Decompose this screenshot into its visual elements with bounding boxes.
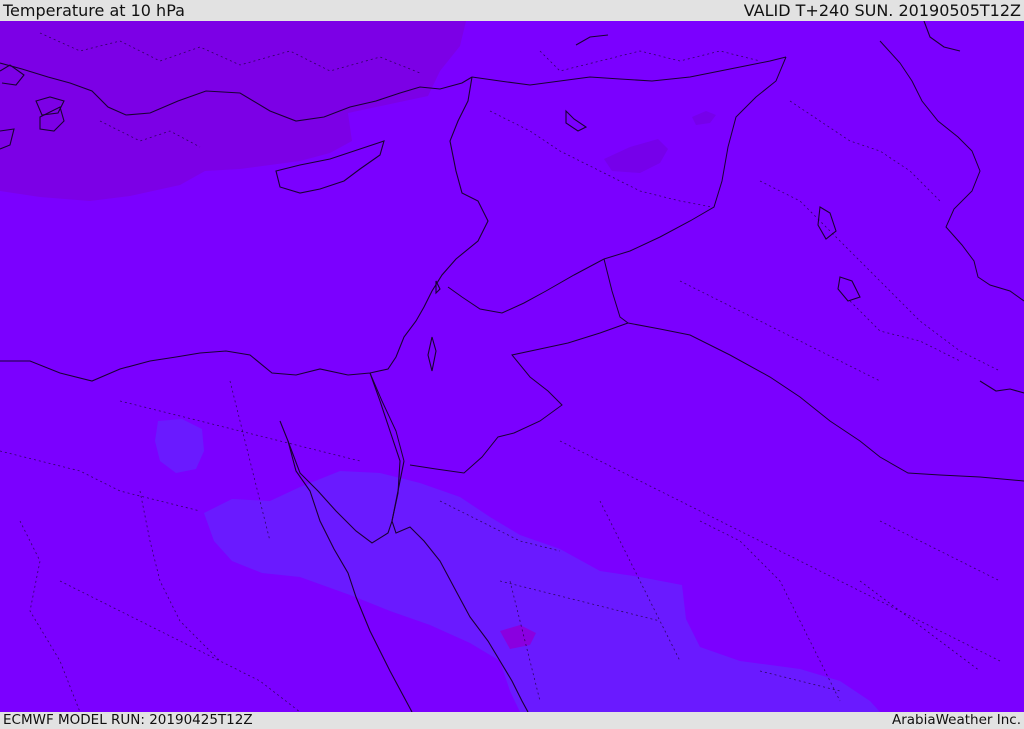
model-run: ECMWF MODEL RUN: 20190425T12Z	[3, 712, 253, 728]
temperature-map	[0, 21, 1024, 712]
map-title: Temperature at 10 hPa	[3, 1, 185, 20]
valid-time: VALID T+240 SUN. 20190505T12Z	[743, 1, 1021, 20]
footer-bar: ECMWF MODEL RUN: 20190425T12Z ArabiaWeat…	[0, 712, 1024, 729]
credit: ArabiaWeather Inc.	[891, 712, 1021, 728]
header-bar: Temperature at 10 hPa VALID T+240 SUN. 2…	[0, 0, 1024, 21]
